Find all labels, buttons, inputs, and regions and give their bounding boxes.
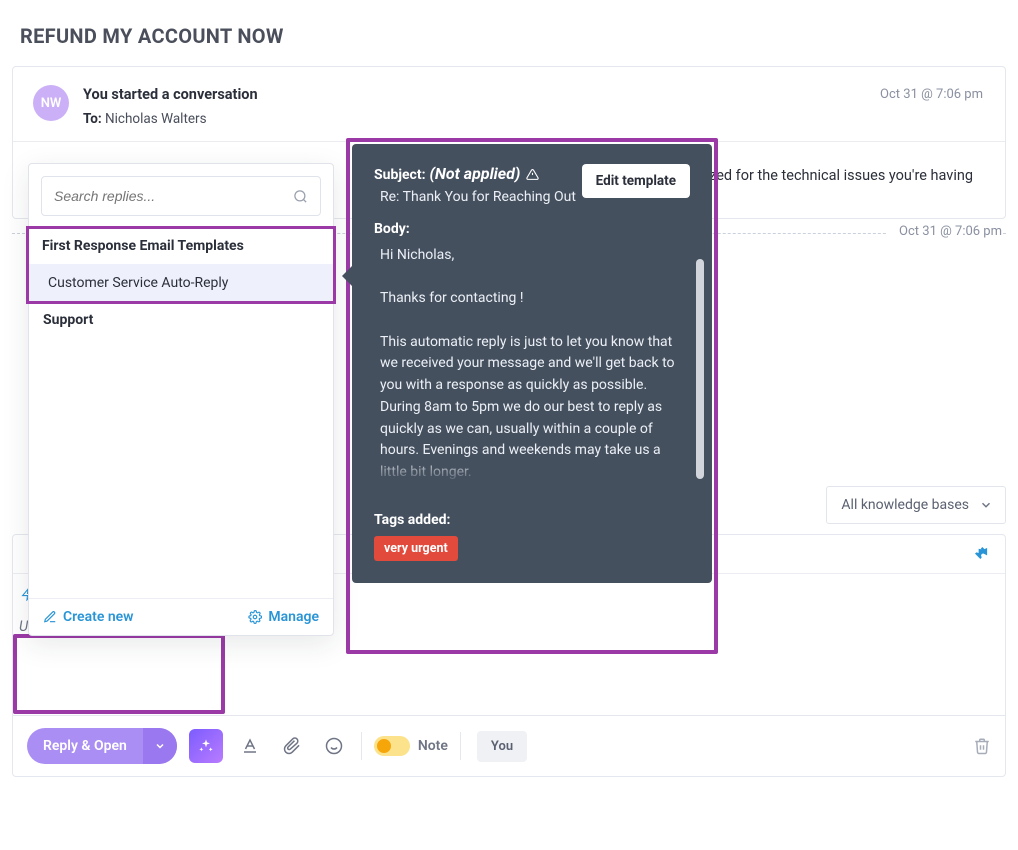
conversation-title: You started a conversation: [83, 85, 985, 105]
pencil-icon: [43, 610, 57, 624]
scrollbar[interactable]: [696, 259, 704, 479]
body-label: Body:: [374, 221, 690, 237]
template-preview-panel: Subject: (Not applied) Re: Thank You for…: [352, 144, 712, 583]
template-body-section: Body: Hi Nicholas, Thanks for contacting…: [374, 221, 690, 484]
highlight-region-templates: First Response Email Templates Customer …: [28, 228, 334, 302]
action-bar: Reply & Open Note You: [12, 716, 1006, 777]
divider: [460, 732, 461, 760]
to-label: To:: [83, 111, 102, 127]
tag-very-urgent: very urgent: [374, 536, 458, 561]
note-label: Note: [418, 738, 448, 754]
warning-icon: [526, 168, 539, 181]
reply-open-dropdown[interactable]: [143, 728, 177, 764]
create-new-link-popover[interactable]: Create new: [43, 609, 134, 625]
subject-not-applied: (Not applied): [429, 164, 520, 183]
template-section-support[interactable]: Support: [29, 302, 333, 338]
text-fade: [374, 456, 690, 484]
divider: [361, 732, 362, 760]
manage-link-popover[interactable]: Manage: [248, 609, 319, 625]
assignee-chip[interactable]: You: [477, 731, 527, 762]
template-header-row: Subject: (Not applied) Re: Thank You for…: [374, 164, 690, 205]
template-item-customer-service-auto-reply[interactable]: Customer Service Auto-Reply: [28, 264, 334, 302]
conversation-header-text: You started a conversation To: Nicholas …: [83, 85, 985, 127]
reply-open-button[interactable]: Reply & Open: [27, 728, 177, 764]
toggle-switch-icon: [374, 736, 410, 756]
search-icon: [293, 189, 308, 204]
conversation-header: NW You started a conversation To: Nichol…: [13, 67, 1005, 141]
template-subject-block: Subject: (Not applied) Re: Thank You for…: [374, 164, 576, 205]
to-line: To: Nicholas Walters: [83, 111, 985, 127]
edit-template-button[interactable]: Edit template: [582, 164, 690, 198]
reply-open-label: Reply & Open: [27, 728, 143, 764]
template-section-first-response: First Response Email Templates: [28, 228, 334, 264]
trash-button[interactable]: [973, 737, 991, 755]
chevron-down-icon: [979, 498, 993, 512]
knowledge-base-select-label: All knowledge bases: [841, 497, 969, 513]
body-greeting: Hi Nicholas,: [380, 245, 690, 267]
popover-footer: Create new Manage: [29, 598, 333, 635]
manage-label-popover: Manage: [268, 609, 319, 625]
search-replies-field[interactable]: [41, 176, 321, 216]
popover-pointer: [342, 264, 354, 288]
conversation-body-text-fragment: ized for the technical issues you're hav…: [706, 167, 973, 184]
attachment-button[interactable]: [277, 731, 307, 761]
to-name: Nicholas Walters: [105, 111, 207, 127]
ai-sparkle-button[interactable]: [189, 729, 223, 763]
popover-spacer: [29, 338, 333, 598]
instant-replies-popover: First Response Email Templates Customer …: [28, 163, 334, 636]
thread-divider-timestamp: Oct 31 @ 7:06 pm: [887, 224, 1002, 239]
subject-label: Subject:: [374, 167, 426, 183]
template-tags-section: Tags added: very urgent: [374, 512, 690, 561]
body-line1: Thanks for contacting !: [380, 288, 690, 310]
create-new-label-popover: Create new: [63, 609, 134, 625]
pin-icon[interactable]: [973, 545, 989, 561]
template-body-text: Hi Nicholas, Thanks for contacting ! Thi…: [374, 245, 690, 484]
avatar: NW: [33, 85, 69, 121]
page-title: REFUND MY ACCOUNT NOW: [0, 0, 1018, 66]
conversation-timestamp: Oct 31 @ 7:06 pm: [880, 87, 983, 102]
note-toggle[interactable]: Note: [374, 736, 448, 756]
gear-icon: [248, 610, 262, 624]
tags-label: Tags added:: [374, 512, 690, 528]
subject-value: Re: Thank You for Reaching Out: [374, 189, 576, 205]
emoji-button[interactable]: [319, 731, 349, 761]
text-format-button[interactable]: [235, 731, 265, 761]
search-replies-input[interactable]: [54, 188, 293, 204]
knowledge-base-select[interactable]: All knowledge bases: [826, 486, 1006, 524]
